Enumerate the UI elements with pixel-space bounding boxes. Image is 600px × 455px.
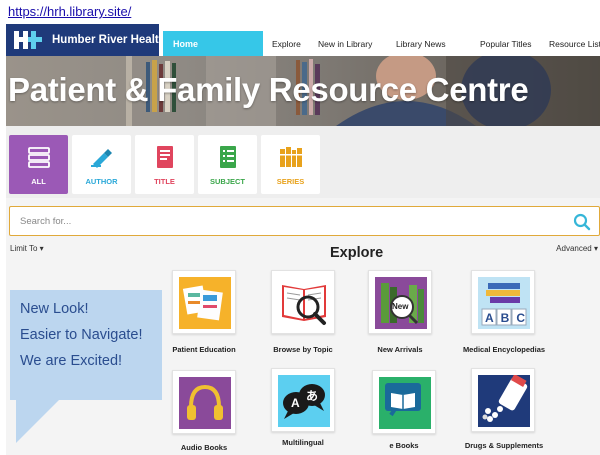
search-icon[interactable] <box>573 213 591 231</box>
nav-new-in-library[interactable]: New in Library <box>318 39 372 49</box>
search-filter-tabs: ALL AUTHOR TITLE SUBJECT SERIES <box>6 126 600 198</box>
explore-tile-audio-books[interactable] <box>172 370 236 434</box>
books-series-icon <box>279 145 303 169</box>
filter-tab-label: SUBJECT <box>209 177 245 186</box>
top-navigation: Humber River Health Home Explore New in … <box>6 24 600 56</box>
explore-tile-multilingual[interactable]: A あ <box>271 368 335 432</box>
ebook-icon <box>379 377 431 429</box>
callout-line: Easier to Navigate! <box>20 327 143 343</box>
glyph-japanese: あ <box>306 389 319 403</box>
nav-library-news[interactable]: Library News <box>396 39 446 49</box>
multilingual-icon: A あ <box>278 375 330 427</box>
limit-to-dropdown[interactable]: Limit To ▾ <box>10 244 44 253</box>
pill-bottle-icon <box>478 375 530 427</box>
nav-explore[interactable]: Explore <box>272 39 301 49</box>
explore-tile-medical-encyclopedias[interactable]: ABC <box>471 270 535 334</box>
callout-line: New Look! <box>20 301 89 317</box>
explore-tile-browse-by-topic[interactable] <box>271 270 335 334</box>
filter-tab-series[interactable]: SERIES <box>261 135 320 194</box>
limit-to-label: Limit To <box>10 244 38 253</box>
filter-tab-label: AUTHOR <box>85 177 118 186</box>
headphones-icon <box>179 377 231 429</box>
hero-banner: Patient & Family Resource Centre <box>6 56 600 126</box>
nav-home[interactable]: Home <box>163 31 263 56</box>
tile-label[interactable]: Multilingual <box>271 438 335 447</box>
page-url-link[interactable]: https://hrh.library.site/ <box>8 4 131 19</box>
search-placeholder: Search for... <box>20 216 72 227</box>
book-title-icon <box>155 145 175 169</box>
glyph-latin: A <box>291 396 300 410</box>
advanced-label: Advanced <box>556 244 592 253</box>
caret-down-icon: ▾ <box>593 244 598 253</box>
new-arrivals-icon: New <box>375 277 427 329</box>
tile-label[interactable]: Drugs & Supplements <box>458 441 550 450</box>
callout-line: We are Excited! <box>20 353 123 369</box>
new-badge: New <box>392 302 409 311</box>
site-logo[interactable]: Humber River Health <box>6 24 166 56</box>
logo-mark-icon <box>12 29 44 51</box>
page: https://hrh.library.site/ Humber River H… <box>0 0 600 455</box>
tile-label[interactable]: e Books <box>372 441 436 450</box>
explore-heading: Explore <box>330 245 384 261</box>
explore-tile-new-arrivals[interactable]: New <box>368 270 432 334</box>
abc-blocks-text: ABC <box>485 311 530 325</box>
filter-tab-title[interactable]: TITLE <box>135 135 194 194</box>
filter-tab-label: ALL <box>31 177 46 186</box>
tile-label[interactable]: Browse by Topic <box>264 345 342 354</box>
explore-tile-e-books[interactable] <box>372 370 436 434</box>
filter-tab-label: TITLE <box>154 177 175 186</box>
filter-tab-author[interactable]: AUTHOR <box>72 135 131 194</box>
browse-topic-icon <box>278 277 330 329</box>
patient-education-icon <box>179 277 231 329</box>
filter-tab-label: SERIES <box>276 177 305 186</box>
tile-label[interactable]: Medical Encyclopedias <box>458 345 550 354</box>
search-input[interactable]: Search for... <box>9 206 600 236</box>
filter-tab-subject[interactable]: SUBJECT <box>198 135 257 194</box>
advanced-search-dropdown[interactable]: Advanced ▾ <box>556 244 598 253</box>
explore-tile-patient-education[interactable] <box>172 270 236 334</box>
logo-text: Humber River Health <box>52 34 166 46</box>
tile-label[interactable]: Audio Books <box>172 443 236 452</box>
list-icon <box>218 145 238 169</box>
encyclopedia-icon: ABC <box>478 277 530 329</box>
main-content: Search for... Limit To ▾ Advanced ▾ Expl… <box>6 198 600 455</box>
callout-tail <box>16 399 60 443</box>
banner-title: Patient & Family Resource Centre <box>8 71 529 108</box>
stack-icon <box>27 145 51 169</box>
tile-label[interactable]: Patient Education <box>172 345 236 354</box>
pen-icon <box>90 145 114 169</box>
announcement-callout: New Look! Easier to Navigate! We are Exc… <box>10 290 162 400</box>
nav-popular-titles[interactable]: Popular Titles <box>480 39 532 49</box>
explore-tile-drugs-supplements[interactable] <box>471 368 535 432</box>
tile-label[interactable]: New Arrivals <box>364 345 436 354</box>
filter-tab-all[interactable]: ALL <box>9 135 68 194</box>
caret-down-icon: ▾ <box>39 244 44 253</box>
nav-resource-list[interactable]: Resource List <box>549 39 600 49</box>
